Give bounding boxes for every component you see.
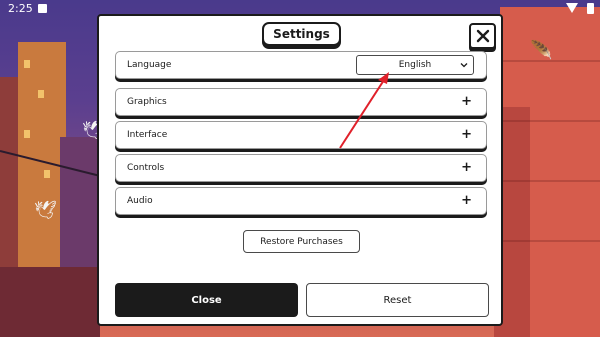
battery-icon	[587, 3, 594, 14]
status-time: 2:25	[8, 2, 33, 15]
window-light	[24, 60, 30, 68]
brick-line	[500, 120, 600, 122]
audio-label: Audio	[127, 196, 153, 206]
plus-icon: +	[461, 160, 472, 175]
language-label: Language	[127, 60, 172, 70]
controls-label: Controls	[127, 163, 165, 173]
plus-icon: +	[461, 94, 472, 109]
graphics-label: Graphics	[127, 97, 167, 107]
close-x-button[interactable]	[469, 23, 496, 49]
bird-icon: 🕊	[34, 200, 57, 221]
street	[0, 267, 100, 337]
interface-row[interactable]: Interface +	[115, 121, 487, 149]
brick-line	[500, 180, 600, 182]
settings-panel: Settings Language English Graphics + Int…	[97, 14, 503, 326]
language-dropdown[interactable]: English	[356, 55, 474, 75]
close-button[interactable]: Close	[115, 283, 298, 317]
window-light	[44, 170, 50, 178]
language-row: Language English	[115, 51, 487, 79]
language-value: English	[398, 60, 432, 70]
interface-label: Interface	[127, 130, 168, 140]
chevron-down-icon	[460, 63, 468, 68]
restore-purchases-button[interactable]: Restore Purchases	[243, 230, 360, 253]
settings-title: Settings	[262, 22, 341, 46]
notification-icon	[38, 4, 47, 13]
window-light	[38, 90, 44, 98]
plus-icon: +	[461, 127, 472, 142]
wifi-icon	[566, 3, 578, 13]
audio-row[interactable]: Audio +	[115, 187, 487, 215]
feather-icon: 🪶	[530, 40, 553, 61]
x-icon	[476, 29, 489, 43]
reset-button[interactable]: Reset	[306, 283, 489, 317]
brick-line	[500, 240, 600, 242]
graphics-row[interactable]: Graphics +	[115, 88, 487, 116]
controls-row[interactable]: Controls +	[115, 154, 487, 182]
plus-icon: +	[461, 193, 472, 208]
window-light	[24, 130, 30, 138]
